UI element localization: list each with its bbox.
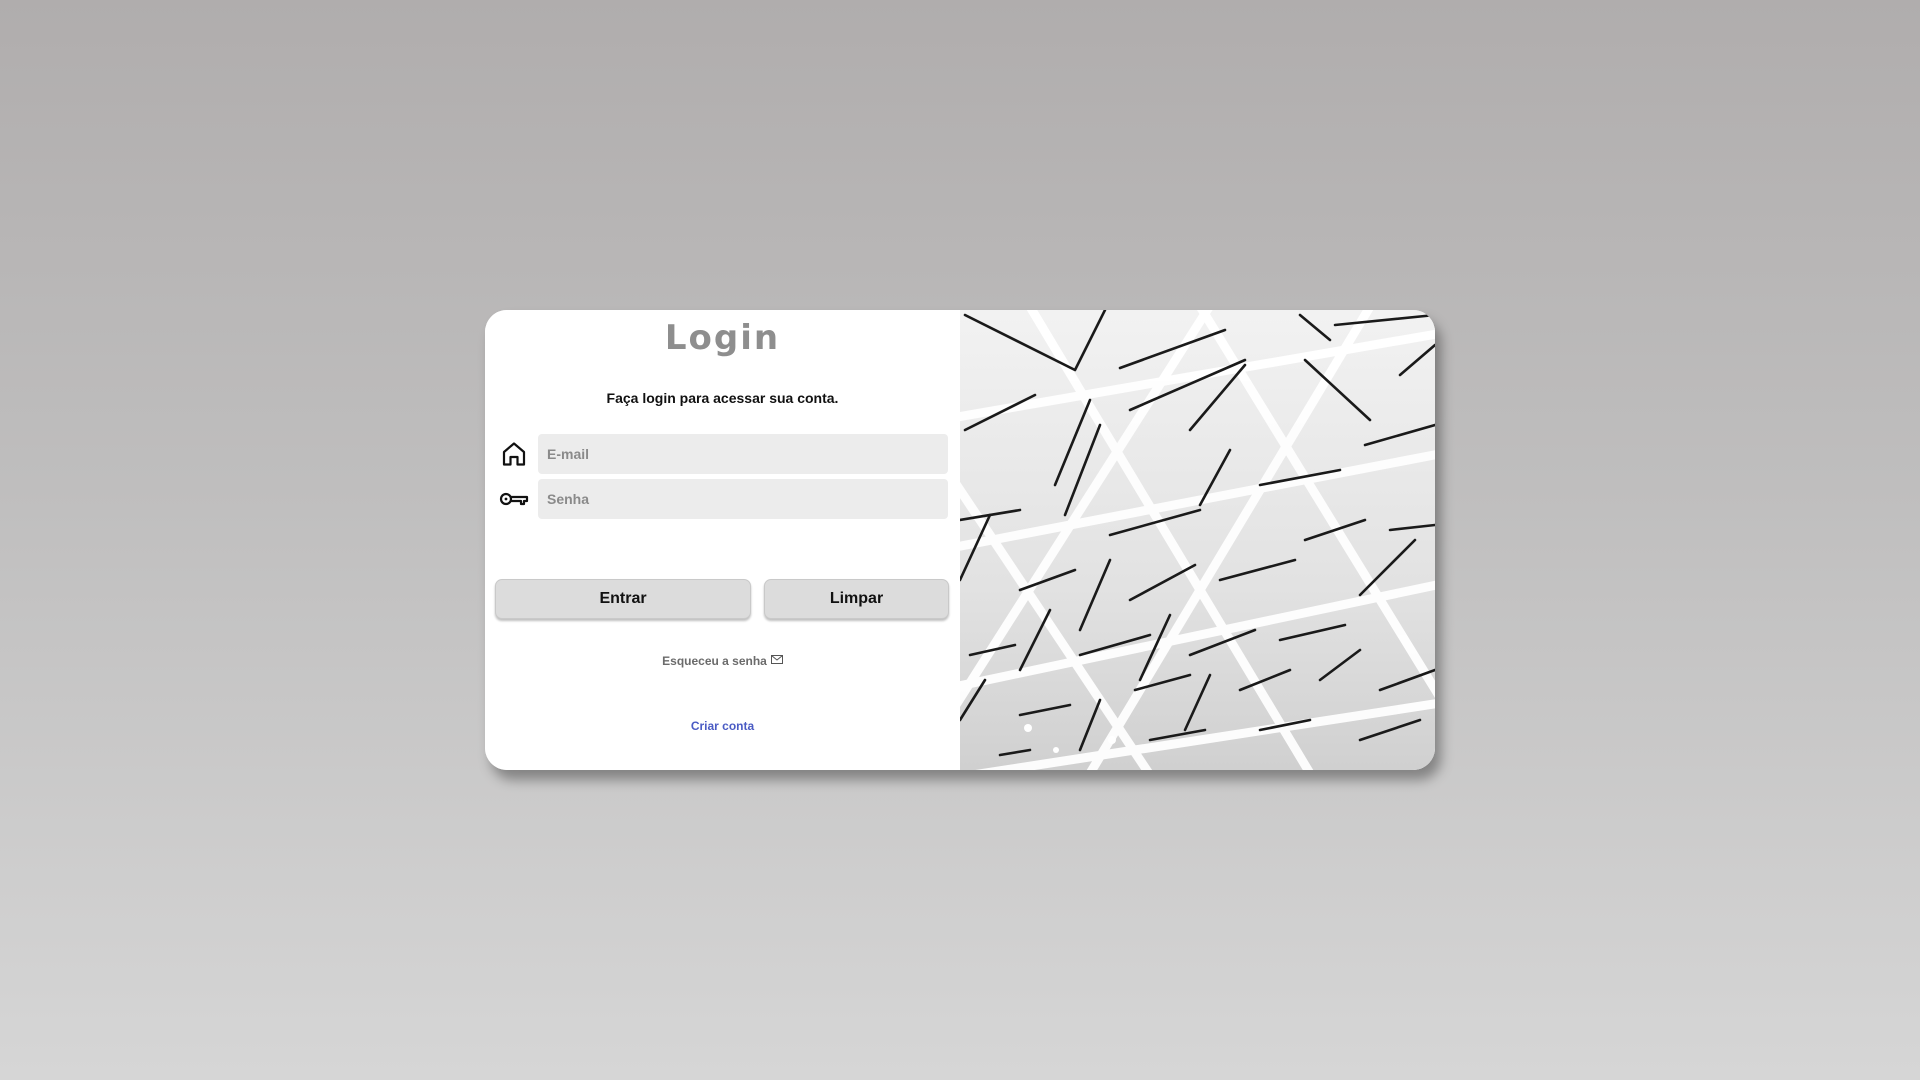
login-card: Login Faça login para acessar sua conta.…	[485, 310, 1435, 770]
page-title: Login	[664, 318, 781, 358]
password-field[interactable]	[538, 479, 948, 519]
triangular-roof-image	[960, 310, 1435, 770]
create-account-link[interactable]: Criar conta	[485, 719, 960, 733]
login-subtitle: Faça login para acessar sua conta.	[606, 390, 839, 406]
mail-icon	[770, 653, 783, 667]
email-field[interactable]	[538, 434, 948, 474]
forgot-password-link[interactable]: Esqueceu a senha	[485, 653, 960, 668]
password-row	[499, 479, 948, 519]
forgot-password-label: Esqueceu a senha	[662, 654, 767, 668]
email-row	[499, 434, 948, 474]
home-icon	[499, 439, 529, 469]
architecture-image	[960, 310, 1435, 770]
clear-button[interactable]: Limpar	[764, 579, 949, 619]
key-icon	[499, 484, 529, 514]
login-form-panel: Login Faça login para acessar sua conta.…	[485, 310, 960, 770]
enter-button[interactable]: Entrar	[495, 579, 751, 619]
